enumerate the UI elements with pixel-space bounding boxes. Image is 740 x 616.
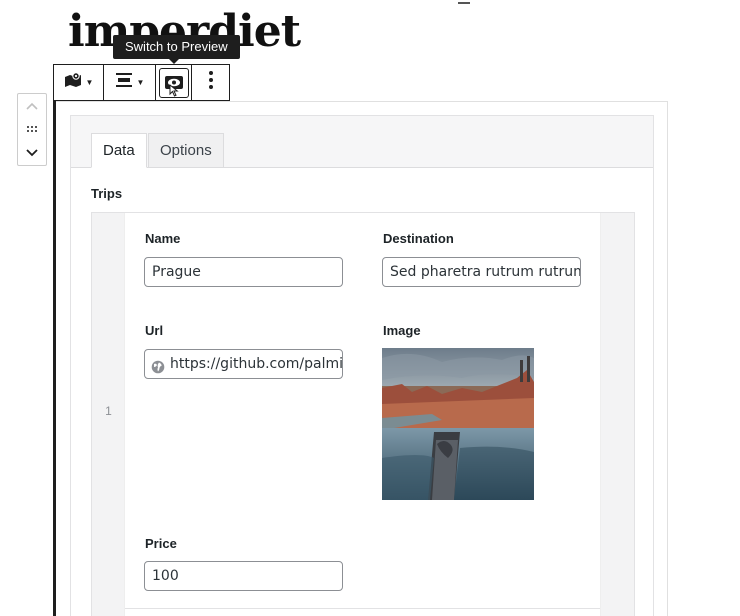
alignment-button[interactable]: ▼ (104, 65, 155, 100)
alignment-group: ▼ (104, 65, 156, 100)
url-label: Url (145, 323, 164, 338)
row-divider (125, 608, 600, 609)
row-actions[interactable] (600, 213, 634, 616)
caret-down-icon: ▼ (85, 78, 94, 87)
tab-data[interactable]: Data (91, 133, 147, 168)
more-options-button[interactable] (192, 65, 229, 100)
destination-label: Destination (383, 231, 454, 246)
image-label: Image (383, 323, 421, 338)
switch-to-preview-tooltip: Switch to Preview (113, 35, 240, 64)
block-type-button[interactable]: ▼ (54, 65, 103, 100)
align-center-icon (115, 73, 133, 92)
block-type-group: ▼ (54, 65, 104, 100)
row-index: 1 (105, 404, 112, 418)
destination-input[interactable]: Sed pharetra rutrum rutrum. I (382, 257, 581, 287)
map-icon (64, 72, 82, 93)
caret-down-icon: ▼ (136, 78, 145, 87)
url-input[interactable]: https://github.com/palmia (144, 349, 343, 379)
name-label: Name (145, 231, 181, 246)
trip-image[interactable] (382, 348, 534, 500)
more-options-group (192, 65, 229, 100)
chevron-up-icon[interactable] (26, 97, 38, 115)
price-label: Price (145, 536, 177, 551)
more-vertical-icon (208, 71, 213, 94)
globe-icon (151, 356, 165, 378)
block-inserter-icon[interactable] (458, 0, 470, 4)
switch-to-preview-button[interactable] (156, 65, 191, 100)
chevron-down-icon[interactable] (26, 144, 38, 162)
repeater-label: Trips (91, 186, 123, 201)
block-mover (17, 93, 47, 166)
preview-eye-icon (158, 67, 189, 98)
url-value: https://github.com/palmia (170, 356, 343, 372)
tab-options[interactable]: Options (148, 133, 224, 168)
price-input[interactable]: 100 (144, 561, 343, 591)
name-input[interactable]: Prague (144, 257, 343, 287)
drag-handle-icon[interactable] (26, 120, 38, 138)
block-toolbar: ▼ ▼ (54, 64, 230, 101)
preview-group (156, 65, 192, 100)
